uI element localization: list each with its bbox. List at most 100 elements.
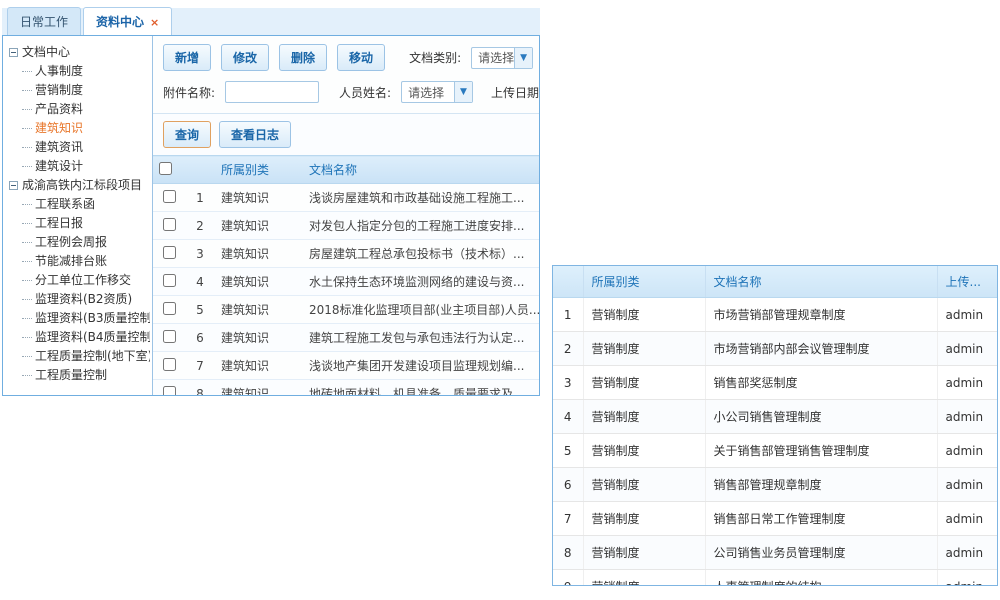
tree-node[interactable]: 产品资料	[9, 100, 150, 119]
uploader-cell: admin	[937, 332, 998, 366]
category-cell: 建筑知识	[215, 184, 303, 212]
row-checkbox[interactable]	[163, 274, 176, 287]
row-index: 2	[553, 332, 583, 366]
delete-button[interactable]: 删除	[279, 44, 327, 71]
query-button[interactable]: 查询	[163, 121, 211, 148]
tree-node-label: 工程例会周报	[35, 235, 107, 249]
table-row[interactable]: 7营销制度销售部日常工作管理制度admin	[553, 502, 998, 536]
row-checkbox[interactable]	[163, 246, 176, 259]
tab-daily-work[interactable]: 日常工作	[7, 7, 81, 35]
tree-node[interactable]: 监理资料(B4质量控制)	[9, 328, 150, 347]
tree-node[interactable]: 分工单位工作移交	[9, 271, 150, 290]
tree-node[interactable]: 工程质量控制(地下室)	[9, 347, 150, 366]
row-index: 8	[553, 536, 583, 570]
tree-node-label: 节能减排台账	[35, 254, 107, 268]
collapse-icon[interactable]	[9, 181, 18, 190]
table-row[interactable]: 8建筑知识地砖地面材料、机具准备、质量要求及...	[153, 380, 539, 396]
row-checkbox[interactable]	[163, 358, 176, 371]
tree-node-selected[interactable]: 建筑知识	[9, 119, 150, 138]
select-value: 请选择	[402, 84, 454, 101]
row-index: 9	[553, 570, 583, 587]
tree-node-label: 工程质量控制(地下室)	[35, 349, 150, 363]
tree-node-label: 人事制度	[35, 64, 83, 78]
header-checkbox-cell	[153, 156, 185, 184]
tree-node[interactable]: 监理资料(B2资质)	[9, 290, 150, 309]
row-index: 8	[185, 380, 215, 396]
table-row[interactable]: 6营销制度销售部管理规章制度admin	[553, 468, 998, 502]
category-cell: 建筑知识	[215, 212, 303, 240]
table-row[interactable]: 4营销制度小公司销售管理制度admin	[553, 400, 998, 434]
row-checkbox[interactable]	[163, 386, 176, 396]
tree-node[interactable]: 营销制度	[9, 81, 150, 100]
row-index: 5	[553, 434, 583, 468]
close-icon[interactable]: ×	[150, 16, 159, 29]
row-checkbox[interactable]	[163, 218, 176, 231]
row-checkbox[interactable]	[163, 302, 176, 315]
tree-node-document-center[interactable]: 文档中心	[9, 43, 150, 62]
tree-node[interactable]: 建筑设计	[9, 157, 150, 176]
header-category: 所属别类	[215, 156, 303, 184]
table-row[interactable]: 5营销制度关于销售部管理销售管理制度admin	[553, 434, 998, 468]
table-row[interactable]: 1建筑知识浅谈房屋建筑和市政基础设施工程施工...	[153, 184, 539, 212]
table-row[interactable]: 3营销制度销售部奖惩制度admin	[553, 366, 998, 400]
row-index: 7	[185, 352, 215, 380]
tree-node[interactable]: 工程例会周报	[9, 233, 150, 252]
row-checkbox[interactable]	[163, 330, 176, 343]
table-row[interactable]: 4建筑知识水土保持生态环境监测网络的建设与资...	[153, 268, 539, 296]
doc-name-cell: 公司销售业务员管理制度	[705, 536, 937, 570]
tree-node-label: 监理资料(B2资质)	[35, 292, 132, 306]
table-row[interactable]: 3建筑知识房屋建筑工程总承包投标书（技术标）...	[153, 240, 539, 268]
tab-data-center[interactable]: 资料中心×	[83, 7, 172, 35]
tree-node-label: 建筑资讯	[35, 140, 83, 154]
table-header-row: 所属别类 文档名称	[153, 156, 539, 184]
tree-connector	[22, 242, 32, 243]
uploader-cell: admin	[937, 298, 998, 332]
table-row[interactable]: 9营销制度人事管理制度的结构admin	[553, 570, 998, 587]
tree-node-label: 营销制度	[35, 83, 83, 97]
row-checkbox[interactable]	[163, 190, 176, 203]
table-row[interactable]: 1营销制度市场营销部管理规章制度admin	[553, 298, 998, 332]
move-button[interactable]: 移动	[337, 44, 385, 71]
row-index: 5	[185, 296, 215, 324]
table-row[interactable]: 7建筑知识浅谈地产集团开发建设项目监理规划编...	[153, 352, 539, 380]
collapse-icon[interactable]	[9, 48, 18, 57]
tree-node[interactable]: 工程联系函	[9, 195, 150, 214]
row-index: 3	[185, 240, 215, 268]
tree-node[interactable]: 工程日报	[9, 214, 150, 233]
doc-name-cell: 房屋建筑工程总承包投标书（技术标）...	[303, 240, 539, 268]
header-doc-name: 文档名称	[705, 266, 937, 298]
tree-node-label: 成渝高铁内江标段项目	[22, 178, 142, 192]
add-button[interactable]: 新增	[163, 44, 211, 71]
select-value: 请选择	[472, 49, 514, 66]
row-index: 1	[553, 298, 583, 332]
tree-node-label: 建筑知识	[35, 121, 83, 135]
person-name-label: 人员姓名:	[339, 84, 391, 101]
view-log-button[interactable]: 查看日志	[219, 121, 291, 148]
doc-category-select[interactable]: 请选择 ▼	[471, 47, 533, 69]
tree-node-clipped[interactable]: 工程质量控制	[9, 366, 150, 385]
tree-node[interactable]: 节能减排台账	[9, 252, 150, 271]
edit-button[interactable]: 修改	[221, 44, 269, 71]
doc-name-cell: 浅谈地产集团开发建设项目监理规划编...	[303, 352, 539, 380]
tree-node[interactable]: 监理资料(B3质量控制)	[9, 309, 150, 328]
table-row[interactable]: 5建筑知识2018标准化监理项目部(业主项目部)人员...	[153, 296, 539, 324]
tree-node-label: 分工单位工作移交	[35, 273, 131, 287]
select-all-checkbox[interactable]	[159, 162, 172, 175]
tree-node[interactable]: 人事制度	[9, 62, 150, 81]
document-list-panel: 新增 修改 删除 移动 文档类别: 请选择 ▼ 文档 附件名称: 人员姓名: 请…	[153, 36, 539, 395]
tree-node[interactable]: 建筑资讯	[9, 138, 150, 157]
table-row[interactable]: 2营销制度市场营销部内部会议管理制度admin	[553, 332, 998, 366]
marketing-docs-table: 所属别类 文档名称 上传... 1营销制度市场营销部管理规章制度admin 2营…	[552, 265, 998, 586]
table-row[interactable]: 8营销制度公司销售业务员管理制度admin	[553, 536, 998, 570]
row-index: 7	[553, 502, 583, 536]
category-cell: 建筑知识	[215, 240, 303, 268]
chevron-down-icon: ▼	[454, 82, 472, 102]
table-row[interactable]: 6建筑知识建筑工程施工发包与承包违法行为认定...	[153, 324, 539, 352]
person-name-select[interactable]: 请选择 ▼	[401, 81, 473, 103]
tree-node-project-root[interactable]: 成渝高铁内江标段项目	[9, 176, 150, 195]
tree-connector	[22, 280, 32, 281]
attachment-name-input[interactable]	[225, 81, 319, 103]
category-cell: 营销制度	[583, 366, 705, 400]
table-row[interactable]: 2建筑知识对发包人指定分包的工程施工进度安排...	[153, 212, 539, 240]
row-index: 1	[185, 184, 215, 212]
